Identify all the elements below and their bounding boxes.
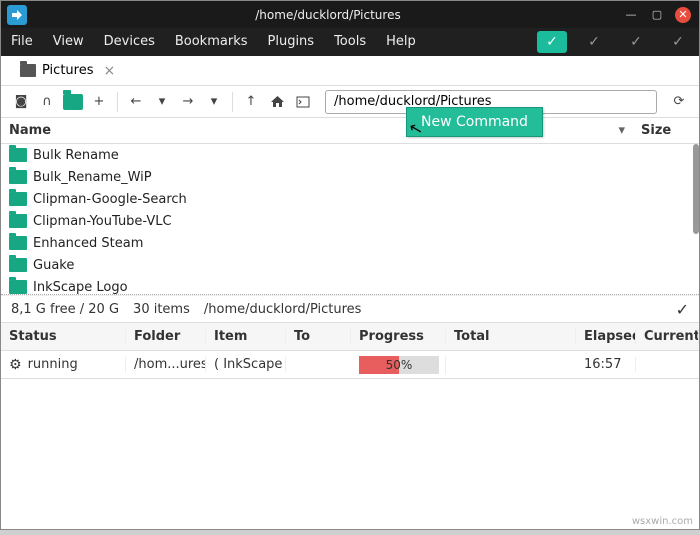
menubar: File View Devices Bookmarks Plugins Tool… xyxy=(1,28,699,56)
list-item[interactable]: Clipman-Google-Search xyxy=(1,188,699,210)
status-check-3[interactable]: ✓ xyxy=(621,31,651,53)
task-col-elapsed[interactable]: Elapsed xyxy=(576,329,636,344)
list-item[interactable]: Bulk Rename xyxy=(1,144,699,166)
status-check-2[interactable]: ✓ xyxy=(579,31,609,53)
list-item[interactable]: Clipman-YouTube-VLC xyxy=(1,210,699,232)
status-bar: 8,1 G free / 20 G 30 items /home/ducklor… xyxy=(1,295,699,323)
file-name: Clipman-YouTube-VLC xyxy=(33,214,172,229)
status-check-active[interactable]: ✓ xyxy=(537,31,567,53)
status-check-4[interactable]: ✓ xyxy=(663,31,693,53)
folder-icon xyxy=(9,192,27,206)
window-title: /home/ducklord/Pictures xyxy=(33,8,623,22)
folder-icon xyxy=(9,258,27,272)
file-name: InkScape Logo xyxy=(33,280,128,295)
column-size[interactable]: Size xyxy=(641,123,691,138)
tooltip-label: New Command xyxy=(421,114,528,130)
folder-icon xyxy=(9,280,27,294)
task-col-status[interactable]: Status xyxy=(1,329,126,344)
tool-open-folder-button[interactable] xyxy=(61,90,85,114)
nav-back-button[interactable]: ← xyxy=(124,90,148,114)
folder-icon xyxy=(9,148,27,162)
menu-bookmarks[interactable]: Bookmarks xyxy=(165,28,258,56)
task-blank-area xyxy=(1,379,699,529)
menu-tools[interactable]: Tools xyxy=(324,28,376,56)
watermark: wsxwin.com xyxy=(632,516,693,527)
status-count: 30 items xyxy=(133,302,190,317)
list-item[interactable]: Enhanced Steam xyxy=(1,232,699,254)
gear-icon: ⚙ xyxy=(9,357,22,373)
file-name: Bulk Rename xyxy=(33,148,119,163)
folder-icon xyxy=(20,64,36,77)
menu-help[interactable]: Help xyxy=(376,28,426,56)
status-disk: 8,1 G free / 20 G xyxy=(11,302,119,317)
task-elapsed: 16:57 xyxy=(576,357,636,372)
nav-home-button[interactable] xyxy=(265,90,289,114)
window-close-button[interactable]: ✕ xyxy=(675,7,691,23)
tab-close-icon[interactable]: × xyxy=(103,63,115,79)
progress-text: 50% xyxy=(359,356,439,374)
task-col-progress[interactable]: Progress xyxy=(351,329,446,344)
list-item[interactable]: Guake xyxy=(1,254,699,276)
nav-terminal-button[interactable] xyxy=(291,90,315,114)
separator xyxy=(232,92,233,112)
list-item[interactable]: Bulk_Rename_WiP xyxy=(1,166,699,188)
status-ok-icon: ✓ xyxy=(676,300,689,319)
task-col-current[interactable]: Current xyxy=(636,329,699,344)
file-name: Clipman-Google-Search xyxy=(33,192,187,207)
folder-icon xyxy=(9,170,27,184)
file-list-header: Name ▾ Size xyxy=(1,118,699,144)
task-row[interactable]: ⚙ running /hom...ures ( InkScape ) 50% 1… xyxy=(1,351,699,379)
task-folder: /hom...ures xyxy=(126,357,206,372)
file-list[interactable]: Bulk Rename Bulk_Rename_WiP Clipman-Goog… xyxy=(1,144,699,295)
task-col-item[interactable]: Item xyxy=(206,329,286,344)
scrollbar[interactable] xyxy=(693,144,699,234)
menu-devices[interactable]: Devices xyxy=(94,28,165,56)
task-item: ( InkScape ) xyxy=(206,357,286,372)
tooltip-new-command: New Command xyxy=(406,107,543,137)
reload-button[interactable]: ⟳ xyxy=(667,90,691,114)
task-progress: 50% xyxy=(351,356,446,374)
window-minimize-button[interactable]: — xyxy=(623,7,639,23)
task-col-total[interactable]: Total xyxy=(446,329,576,344)
file-name: Enhanced Steam xyxy=(33,236,143,251)
window-maximize-button[interactable]: ▢ xyxy=(649,7,665,23)
list-item[interactable]: InkScape Logo xyxy=(1,276,699,295)
file-name: Guake xyxy=(33,258,74,273)
menu-plugins[interactable]: Plugins xyxy=(258,28,325,56)
task-status: ⚙ running xyxy=(1,357,126,373)
task-header-row: Status Folder Item To Progress Total Ela… xyxy=(1,323,699,351)
task-col-to[interactable]: To xyxy=(286,329,351,344)
toolbar: ◙ ∩ + ← ▾ → ▾ ↑ ⟳ xyxy=(1,86,699,118)
sort-indicator-icon[interactable]: ▾ xyxy=(618,123,625,138)
nav-up-button[interactable]: ↑ xyxy=(239,90,263,114)
separator xyxy=(117,92,118,112)
task-status-text: running xyxy=(28,357,78,372)
menu-file[interactable]: File xyxy=(1,28,43,56)
task-col-folder[interactable]: Folder xyxy=(126,329,206,344)
tab-pictures[interactable]: Pictures × xyxy=(11,58,124,84)
tool-disk-icon[interactable]: ◙ xyxy=(9,90,33,114)
tab-label: Pictures xyxy=(42,63,93,78)
nav-forward-dropdown[interactable]: ▾ xyxy=(202,90,226,114)
tool-add-button[interactable]: + xyxy=(87,90,111,114)
app-icon xyxy=(7,5,27,25)
window-titlebar: /home/ducklord/Pictures — ▢ ✕ xyxy=(1,1,699,28)
nav-forward-button[interactable]: → xyxy=(176,90,200,114)
nav-back-dropdown[interactable]: ▾ xyxy=(150,90,174,114)
progress-bar: 50% xyxy=(359,356,439,374)
menu-view[interactable]: View xyxy=(43,28,94,56)
folder-icon xyxy=(9,214,27,228)
file-name: Bulk_Rename_WiP xyxy=(33,170,152,185)
folder-icon xyxy=(9,236,27,250)
tab-bar: Pictures × xyxy=(1,56,699,86)
status-path: /home/ducklord/Pictures xyxy=(204,302,362,317)
tool-refresh-icon[interactable]: ∩ xyxy=(35,90,59,114)
